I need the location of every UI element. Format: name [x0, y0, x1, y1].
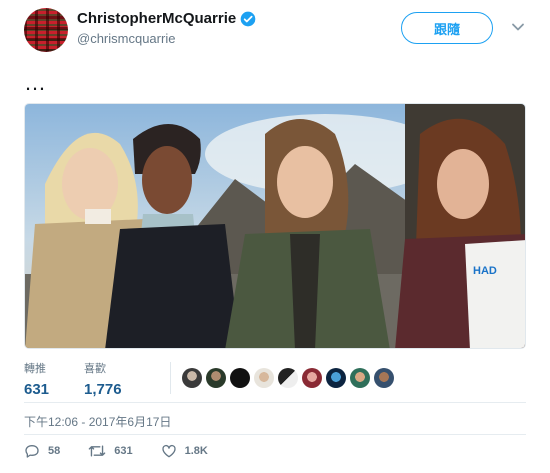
- user-avatar[interactable]: [24, 8, 68, 52]
- tweet-header: ChristopherMcQuarrie @chrismcquarrie 跟隨: [24, 8, 530, 52]
- retweet-count: 631: [114, 445, 133, 457]
- user-handle[interactable]: @chrismcquarrie: [77, 31, 175, 46]
- reply-action[interactable]: 58: [24, 443, 60, 459]
- chevron-down-icon[interactable]: [511, 20, 525, 34]
- like-count: 1.8K: [184, 445, 208, 457]
- retweets-label: 轉推: [24, 363, 46, 375]
- liker-avatar[interactable]: [182, 368, 202, 388]
- retweets-value: 631: [24, 381, 50, 398]
- retweet-action[interactable]: 631: [88, 443, 133, 459]
- divider: [24, 434, 526, 435]
- likes-value: 1,776: [84, 381, 122, 398]
- liker-avatar[interactable]: [374, 368, 394, 388]
- verified-badge-icon: [240, 11, 256, 26]
- retweet-stat[interactable]: 轉推 631: [24, 360, 49, 398]
- like-action[interactable]: 1.8K: [161, 443, 208, 459]
- photo-image: HAD: [25, 104, 525, 348]
- tweet-actions: 58 631 1.8K: [24, 443, 236, 459]
- liker-avatar[interactable]: [230, 368, 250, 388]
- liker-avatar[interactable]: [254, 368, 274, 388]
- name-row: ChristopherMcQuarrie: [77, 10, 256, 27]
- divider: [24, 402, 526, 403]
- liker-avatar[interactable]: [350, 368, 370, 388]
- reply-count: 58: [48, 445, 61, 457]
- liker-avatar[interactable]: [302, 368, 322, 388]
- reply-icon: [25, 445, 39, 458]
- tweet-text: …: [24, 70, 47, 95]
- liker-avatars: [182, 368, 398, 388]
- like-icon: [161, 444, 176, 458]
- retweet-icon: [88, 445, 106, 457]
- tweet-stats: 轉推 631 喜歡 1,776: [24, 360, 526, 400]
- likes-label: 喜歡: [84, 363, 106, 375]
- liker-avatar[interactable]: [278, 368, 298, 388]
- liker-avatar[interactable]: [206, 368, 226, 388]
- follow-button[interactable]: 跟隨: [401, 12, 493, 44]
- tweet-photo[interactable]: HAD: [24, 103, 526, 349]
- liker-avatar[interactable]: [326, 368, 346, 388]
- stats-divider: [170, 362, 171, 394]
- likes-stat[interactable]: 喜歡 1,776: [84, 360, 122, 398]
- user-display-name[interactable]: ChristopherMcQuarrie: [77, 10, 236, 27]
- svg-text:HAD: HAD: [473, 265, 497, 277]
- tweet-timestamp[interactable]: 下午12:06 - 2017年6月17日: [24, 413, 171, 430]
